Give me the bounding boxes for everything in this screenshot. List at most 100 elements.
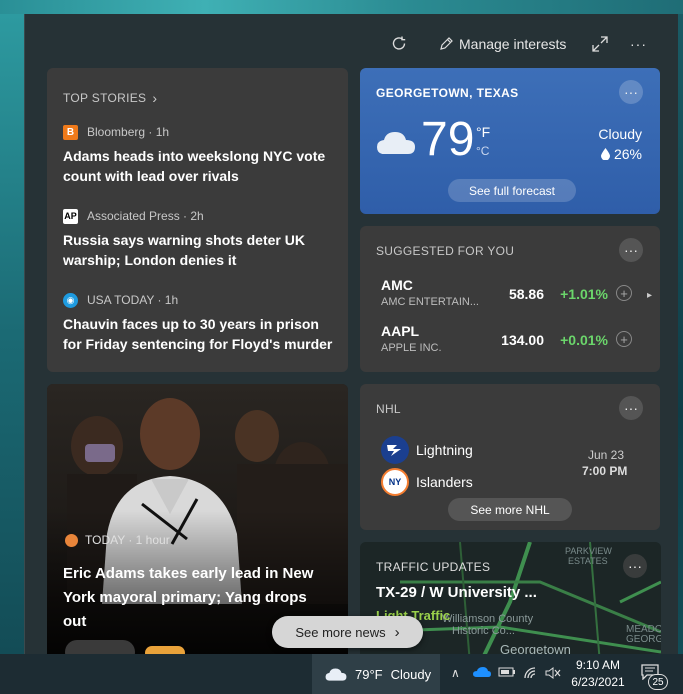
stock-symbol: AMC [381, 277, 413, 293]
team-lightning: Lightning [381, 436, 473, 464]
desktop-background-left [0, 14, 24, 654]
nhl-title: NHL [376, 402, 401, 416]
story-headline: Chauvin faces up to 30 years in prison f… [63, 316, 333, 352]
stock-price: 58.86 [508, 286, 544, 302]
taskbar-clock[interactable]: 9:10 AM 6/23/2021 [568, 657, 628, 691]
plus-icon: + [620, 331, 628, 347]
game-time: 7:00 PM [582, 464, 628, 478]
feature-story-card[interactable]: TODAY · 1 hour Eric Adams takes early le… [47, 384, 348, 654]
story-source-label: Bloomberg · 1h [87, 125, 170, 139]
unit-celsius-toggle[interactable]: °C [476, 144, 489, 158]
weather-more-button[interactable]: ··· [619, 80, 643, 104]
like-button[interactable] [65, 640, 135, 654]
stock-name: AMC ENTERTAIN... [381, 296, 479, 308]
battery-icon[interactable] [498, 666, 516, 678]
suggested-stocks-card: SUGGESTED FOR YOU ··· AMC AMC ENTERTAIN.… [360, 226, 660, 372]
team-islanders: NY Islanders [381, 468, 473, 496]
chevron-right-icon: › [152, 90, 157, 106]
manage-interests-button[interactable]: Manage interests [438, 34, 566, 54]
top-stories-header[interactable]: TOP STORIES › [63, 90, 157, 106]
more-icon: ··· [628, 558, 642, 574]
widgets-panel: Manage interests ··· TOP STORIES › B Blo… [24, 14, 678, 654]
manage-interests-label: Manage interests [459, 36, 567, 52]
chevron-right-icon: › [394, 623, 400, 641]
see-more-news-button[interactable]: See more news › [272, 616, 423, 648]
traffic-more-button[interactable]: ··· [623, 554, 647, 578]
notifications-button[interactable]: 25 [640, 662, 668, 690]
reactions-icon [145, 646, 185, 654]
story-item[interactable]: ◉ USA TODAY · 1h Chauvin faces up to 30 … [63, 292, 333, 354]
traffic-title: TRAFFIC UPDATES [376, 560, 491, 574]
stock-change: +0.01% [560, 332, 608, 348]
map-label: Historic Co... [452, 625, 515, 637]
stocks-more-button[interactable]: ··· [619, 238, 643, 262]
notification-count-badge: 25 [648, 674, 668, 690]
feature-story-source-label: TODAY · 1 hour [85, 533, 170, 547]
story-source: AP Associated Press · 2h [63, 208, 333, 224]
story-source: B Bloomberg · 1h [63, 124, 333, 140]
story-item[interactable]: B Bloomberg · 1h Adams heads into weeksl… [63, 124, 333, 186]
today-icon [65, 533, 78, 547]
taskbar-weather-temp: 79°F [355, 666, 383, 682]
see-more-nhl-button[interactable]: See more NHL [448, 498, 572, 521]
more-options-button[interactable]: ··· [630, 34, 647, 54]
refresh-button[interactable] [389, 34, 409, 54]
stock-symbol: AAPL [381, 323, 420, 339]
see-full-forecast-button[interactable]: See full forecast [448, 179, 576, 202]
story-source-label: Associated Press · 2h [87, 209, 204, 223]
more-icon: ··· [624, 242, 638, 258]
onedrive-icon[interactable] [473, 666, 491, 678]
taskbar: 79°F Cloudy ∧ 9:10 AM 6/23/2021 25 [0, 654, 683, 694]
weather-location: GEORGETOWN, TEXAS [376, 86, 519, 100]
weather-card[interactable]: GEORGETOWN, TEXAS ··· 79 °F °C Cloudy 26… [360, 68, 660, 214]
plus-icon: + [620, 285, 628, 301]
show-hidden-icons-button[interactable]: ∧ [451, 666, 460, 680]
unit-fahrenheit-toggle[interactable]: °F [476, 124, 490, 140]
widgets-toolbar: Manage interests ··· [25, 14, 678, 70]
islanders-logo-icon: NY [381, 468, 409, 496]
refresh-icon [392, 36, 406, 50]
more-icon: ··· [624, 400, 638, 416]
expand-button[interactable] [591, 34, 609, 54]
add-to-watchlist-button[interactable]: + [616, 285, 632, 301]
feature-story-source: TODAY · 1 hour [65, 533, 170, 547]
story-source-label: USA TODAY · 1h [87, 293, 179, 307]
volume-muted-icon[interactable] [545, 666, 561, 680]
more-icon: ··· [630, 36, 647, 52]
cloud-icon [377, 132, 415, 154]
weather-precip-value: 26% [613, 146, 642, 162]
clock-time: 9:10 AM [575, 658, 621, 672]
see-more-news-label: See more news [295, 624, 386, 640]
clock-date: 6/23/2021 [571, 675, 625, 689]
map-label: PARKVIEW [565, 546, 612, 556]
add-to-watchlist-button[interactable]: + [616, 331, 632, 347]
expand-icon [592, 36, 608, 52]
map-label: Williamson County [442, 613, 534, 625]
chevron-up-icon: ∧ [451, 666, 460, 680]
usa-today-icon: ◉ [63, 292, 78, 308]
raindrop-icon [600, 148, 610, 160]
taskbar-weather-button[interactable]: 79°F Cloudy [312, 654, 440, 694]
traffic-route: TX-29 / W University ... [376, 584, 537, 601]
bloomberg-icon: B [63, 124, 78, 140]
map-label: ESTATES [568, 556, 608, 566]
stock-change: +1.01% [560, 286, 608, 302]
weather-condition: Cloudy [598, 126, 642, 142]
story-source: ◉ USA TODAY · 1h [63, 292, 333, 308]
team-name: Islanders [416, 474, 473, 490]
next-arrow-icon[interactable]: ▸ [647, 290, 652, 301]
story-headline: Russia says warning shots deter UK warsh… [63, 232, 305, 268]
game-date: Jun 23 [588, 448, 625, 462]
weather-precip: 26% [600, 146, 642, 162]
wifi-icon[interactable] [523, 666, 539, 680]
stock-price: 134.00 [501, 332, 544, 348]
story-item[interactable]: AP Associated Press · 2h Russia says war… [63, 208, 333, 270]
top-stories-title: TOP STORIES [63, 91, 147, 105]
lightning-logo-icon [381, 436, 409, 464]
nhl-more-button[interactable]: ··· [619, 396, 643, 420]
nhl-card: NHL ··· Lightning NY Islanders Jun 23 7:… [360, 384, 660, 530]
more-icon: ··· [624, 84, 638, 100]
stock-name: APPLE INC. [381, 342, 442, 354]
top-stories-card: TOP STORIES › B Bloomberg · 1h Adams hea… [47, 68, 348, 372]
story-headline: Adams heads into weekslong NYC vote coun… [63, 148, 326, 184]
